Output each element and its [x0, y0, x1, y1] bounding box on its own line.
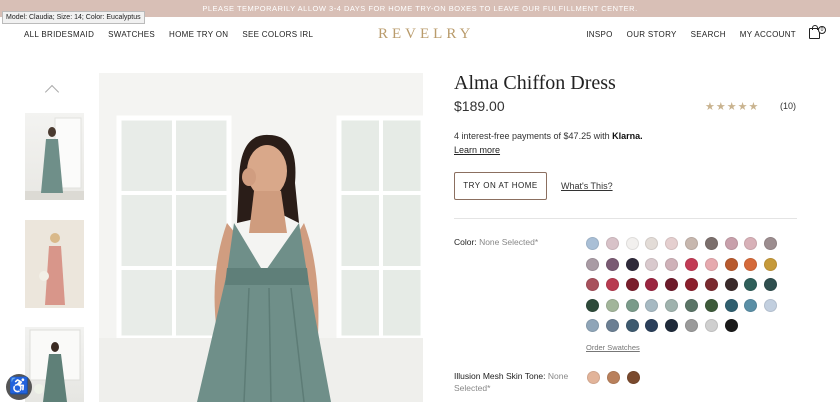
mesh-skin-swatch[interactable]: [606, 371, 620, 384]
whats-this-link[interactable]: What's This?: [561, 181, 613, 191]
learn-more-link[interactable]: Learn more: [454, 145, 500, 155]
color-swatch[interactable]: [744, 298, 758, 312]
color-swatch[interactable]: [586, 319, 599, 332]
nav-swatches[interactable]: SWATCHES: [108, 30, 155, 39]
mesh-skin-tone-label: Illusion Mesh Skin Tone: None Selected*: [454, 370, 574, 394]
color-swatch[interactable]: [665, 237, 679, 250]
color-swatch[interactable]: [665, 298, 679, 312]
color-swatch[interactable]: [724, 298, 738, 312]
color-swatch[interactable]: [645, 298, 659, 312]
bag-count-badge: 0: [818, 26, 826, 34]
try-on-at-home-button[interactable]: TRY ON AT HOME: [454, 172, 547, 200]
color-swatch[interactable]: [704, 298, 718, 312]
review-count[interactable]: (10): [780, 101, 796, 111]
color-swatch[interactable]: [764, 237, 778, 250]
nav-inspo[interactable]: INSPO: [586, 30, 612, 39]
color-swatch[interactable]: [605, 257, 619, 271]
nav-all-bridesmaid[interactable]: ALL BRIDESMAID: [24, 30, 94, 39]
thumbnail-up-arrow-icon[interactable]: [44, 84, 60, 100]
color-swatch[interactable]: [665, 278, 679, 291]
color-swatch[interactable]: [586, 278, 599, 291]
color-swatch[interactable]: [744, 237, 758, 250]
product-price: $189.00: [454, 98, 505, 114]
color-swatch[interactable]: [685, 278, 698, 291]
color-swatch[interactable]: [744, 257, 758, 271]
product-title: Alma Chiffon Dress: [454, 72, 616, 94]
color-swatch[interactable]: [605, 237, 619, 250]
color-swatch[interactable]: [665, 257, 679, 271]
thumbnail-2[interactable]: [25, 220, 84, 308]
color-swatch[interactable]: [645, 257, 659, 271]
thumbnail-3[interactable]: [25, 327, 84, 402]
klarna-message: 4 interest-free payments of $47.25 with …: [454, 131, 643, 141]
nav-search[interactable]: SEARCH: [691, 30, 726, 39]
color-swatch[interactable]: [724, 278, 738, 291]
thumbnail-2-image: [25, 220, 84, 308]
color-label-text: Color:: [454, 237, 477, 247]
color-swatch[interactable]: [724, 319, 738, 332]
divider: [454, 218, 797, 219]
color-swatch[interactable]: [645, 237, 659, 250]
klarna-brand: Klarna.: [612, 131, 643, 141]
color-swatch[interactable]: [764, 257, 778, 271]
color-swatch[interactable]: [685, 257, 698, 271]
color-swatch[interactable]: [685, 319, 698, 332]
rating-stars-icon[interactable]: ★★★★★: [705, 100, 759, 113]
nav-right: INSPO OUR STORY SEARCH MY ACCOUNT: [572, 30, 796, 39]
color-swatch[interactable]: [665, 319, 679, 332]
color-swatch[interactable]: [625, 319, 639, 332]
nav-see-colors-irl[interactable]: SEE COLORS IRL: [242, 30, 313, 39]
thumbnail-3-image: [29, 329, 81, 402]
color-swatch[interactable]: [764, 278, 778, 291]
color-swatch[interactable]: [625, 298, 639, 312]
main-product-image[interactable]: [99, 73, 423, 402]
color-swatch[interactable]: [764, 298, 778, 312]
nav-left: ALL BRIDESMAID SWATCHES HOME TRY ON SEE …: [24, 30, 327, 39]
color-swatch[interactable]: [586, 257, 599, 271]
color-selection-value: None Selected*: [479, 237, 539, 247]
color-swatch[interactable]: [625, 237, 639, 250]
color-swatch[interactable]: [724, 237, 738, 250]
color-swatch[interactable]: [704, 237, 718, 250]
color-swatch[interactable]: [704, 257, 718, 271]
thumbnail-1[interactable]: [25, 113, 84, 200]
nav-home-try-on[interactable]: HOME TRY ON: [169, 30, 228, 39]
color-swatch[interactable]: [724, 257, 738, 271]
color-label: Color: None Selected*: [454, 237, 538, 247]
mesh-label-text: Illusion Mesh Skin Tone:: [454, 371, 546, 381]
color-swatch[interactable]: [605, 319, 619, 332]
klarna-text: 4 interest-free payments of $47.25 with: [454, 131, 610, 141]
color-swatch[interactable]: [625, 257, 639, 271]
color-swatch[interactable]: [645, 278, 659, 291]
color-swatch[interactable]: [744, 278, 758, 291]
color-swatch[interactable]: [685, 237, 698, 250]
mesh-skin-swatch[interactable]: [626, 371, 640, 384]
color-swatch[interactable]: [704, 319, 718, 332]
color-swatch[interactable]: [586, 298, 599, 312]
color-swatch[interactable]: [625, 278, 639, 291]
logo[interactable]: REVELRY: [378, 26, 474, 43]
thumbnail-1-image: [25, 117, 84, 200]
color-swatch[interactable]: [704, 278, 718, 291]
order-swatches-link[interactable]: Order Swatches: [586, 343, 640, 352]
image-tooltip: Model: Claudia; Size: 14; Color: Eucalyp…: [2, 11, 145, 24]
nav-my-account[interactable]: MY ACCOUNT: [740, 30, 796, 39]
color-swatch[interactable]: [645, 319, 659, 332]
accessibility-icon[interactable]: ♿: [6, 374, 32, 400]
mesh-skin-swatch[interactable]: [587, 371, 600, 384]
nav-our-story[interactable]: OUR STORY: [627, 30, 677, 39]
color-swatch[interactable]: [605, 298, 619, 312]
color-swatch[interactable]: [685, 298, 698, 312]
color-swatch[interactable]: [586, 237, 599, 250]
model-photo: [99, 73, 423, 402]
color-swatch[interactable]: [605, 278, 619, 291]
